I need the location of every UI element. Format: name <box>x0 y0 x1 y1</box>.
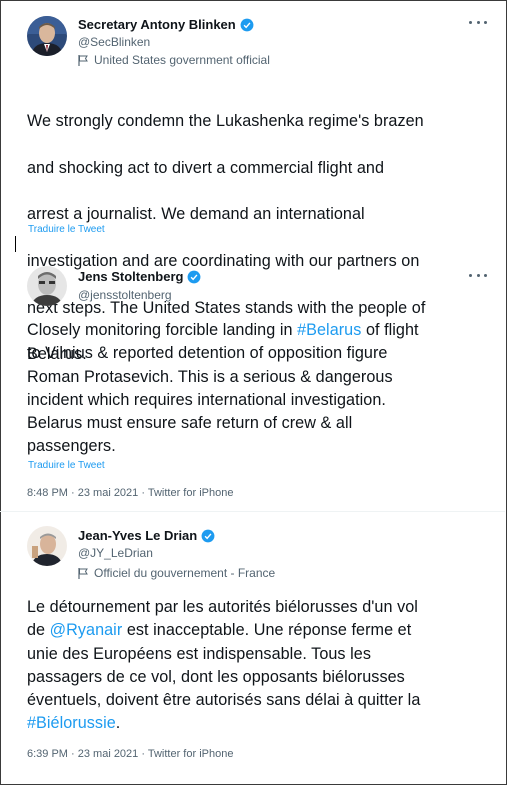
tweet-text: Le détournement par les autorités biélor… <box>27 596 489 736</box>
affiliation-text: Officiel du gouvernement - France <box>94 566 276 580</box>
affiliation-label: Officiel du gouvernement - France <box>78 566 275 580</box>
tweet-link[interactable]: #Belarus <box>297 321 361 339</box>
author-name-row[interactable]: Secretary Antony Blinken <box>78 17 254 32</box>
tweet-text: Closely monitoring forcible landing in #… <box>27 319 489 459</box>
tweet-ledrian: Jean-Yves Le Drian @JY_LeDrian Officiel … <box>0 512 505 782</box>
tweet-link[interactable]: @Ryanair <box>50 621 123 639</box>
tweet-link[interactable]: #Biélorussie <box>27 714 116 732</box>
author-name[interactable]: Secretary Antony Blinken <box>78 17 236 32</box>
verified-badge-icon <box>188 270 201 283</box>
author-handle[interactable]: @jensstoltenberg <box>78 288 172 302</box>
tweet-text-segment: Closely monitoring forcible landing in <box>27 321 298 339</box>
verified-badge-icon <box>240 18 254 31</box>
author-handle[interactable]: @SecBlinken <box>78 35 150 49</box>
author-name[interactable]: Jean-Yves Le Drian <box>78 528 197 543</box>
avatar[interactable] <box>27 16 67 56</box>
tweet-text-segment: . <box>115 714 121 733</box>
translate-link[interactable]: Traduire le Tweet <box>28 224 105 235</box>
tweet-blinken: Secretary Antony Blinken @SecBlinken Uni… <box>0 0 505 363</box>
text-cursor <box>15 236 16 252</box>
author-name-row[interactable]: Jean-Yves Le Drian <box>78 528 215 543</box>
tweet-line: and shocking act to divert a commercial … <box>27 158 385 177</box>
author-handle[interactable]: @JY_LeDrian <box>78 546 153 560</box>
tweet-timestamp[interactable]: 8:48 PM · 23 mai 2021 · Twitter for iPho… <box>27 487 233 499</box>
tweet-line: We strongly condemn the Lukashenka regim… <box>27 112 424 131</box>
tweet-text-segment: of flight to Vilnius & reported detentio… <box>27 321 419 456</box>
translate-link[interactable]: Traduire le Tweet <box>28 460 105 471</box>
author-name[interactable]: Jens Stoltenberg <box>78 269 183 284</box>
author-name-row[interactable]: Jens Stoltenberg <box>78 269 201 284</box>
tweet-stoltenberg: Jens Stoltenberg @jensstoltenberg Closel… <box>0 255 505 505</box>
more-options-icon[interactable] <box>469 272 487 278</box>
affiliation-text: United States government official <box>94 53 270 67</box>
government-flag-icon <box>78 567 88 579</box>
government-flag-icon <box>78 54 88 66</box>
avatar[interactable] <box>27 526 67 566</box>
tweet-timestamp[interactable]: 6:39 PM · 23 mai 2021 · Twitter for iPho… <box>27 748 233 760</box>
more-options-icon[interactable] <box>469 19 487 25</box>
affiliation-label: United States government official <box>78 53 270 67</box>
avatar[interactable] <box>27 266 67 306</box>
verified-badge-icon <box>201 529 215 542</box>
